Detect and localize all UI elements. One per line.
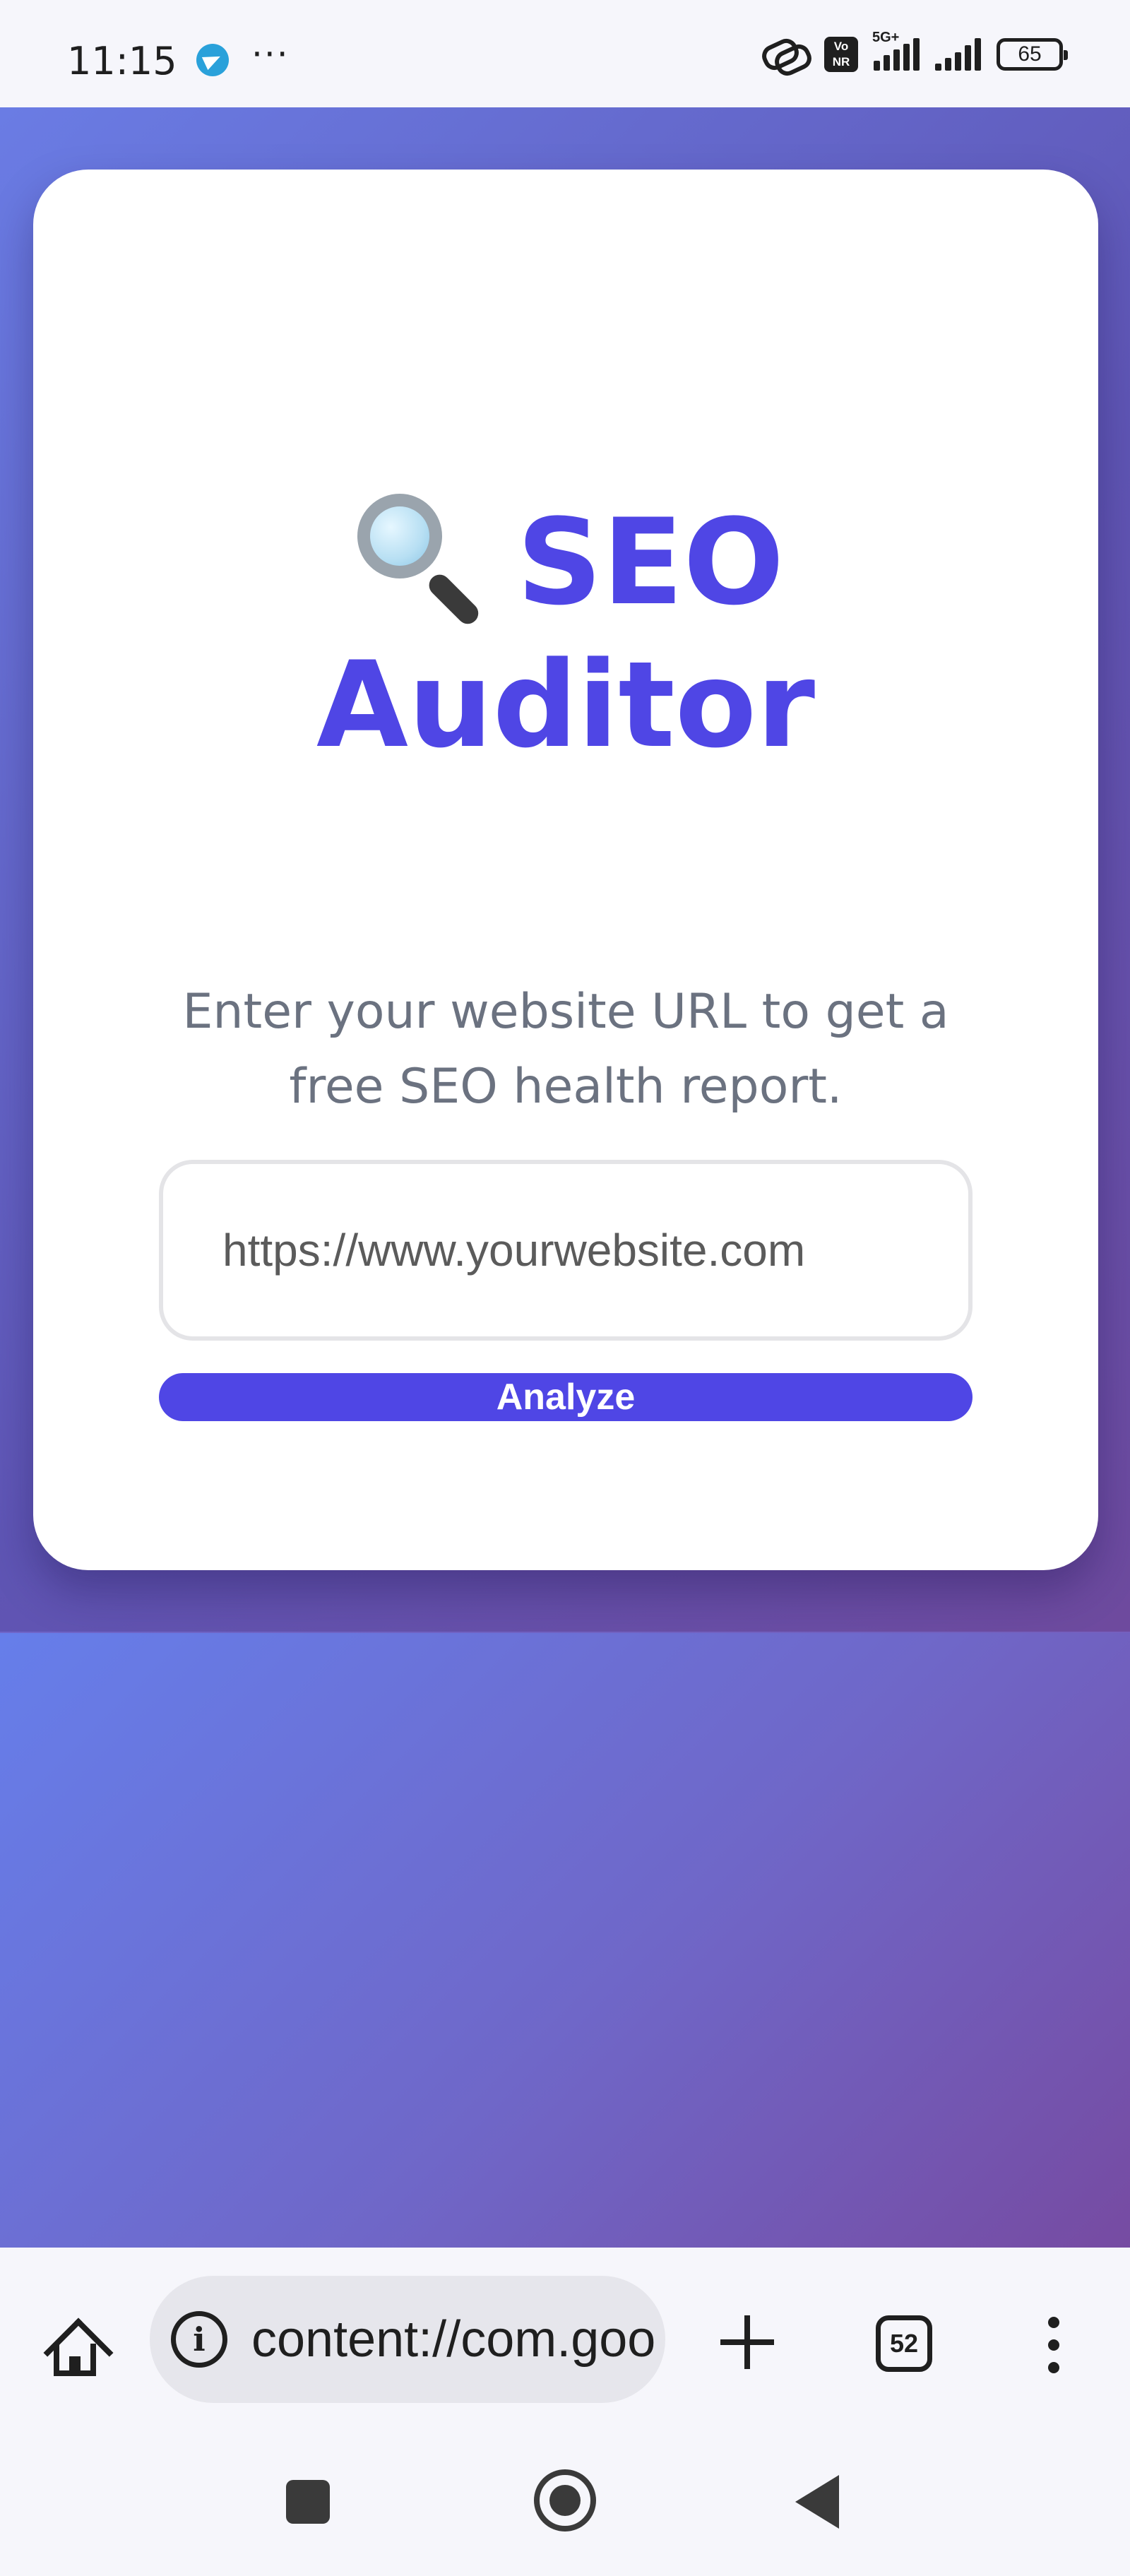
tab-switcher-button[interactable]: 52: [876, 2315, 932, 2372]
info-icon[interactable]: i: [171, 2311, 227, 2368]
telegram-icon: [196, 44, 229, 76]
subtitle-line-1: Enter your website URL to get a: [182, 984, 949, 1040]
new-tab-icon[interactable]: [719, 2314, 775, 2370]
page-title: SEO Auditor: [33, 491, 1098, 776]
address-text: content://com.goo: [251, 2311, 656, 2368]
url-input[interactable]: [159, 1160, 973, 1341]
volte-icon: Vo NR: [824, 37, 858, 72]
status-icons: Vo NR 5G+ 65: [762, 30, 1068, 72]
recent-apps-button[interactable]: [286, 2480, 330, 2524]
page-viewport: SEO Auditor Enter your website URL to ge…: [0, 107, 1130, 1633]
notification-overflow-icon: ···: [251, 34, 290, 75]
auditor-card: SEO Auditor Enter your website URL to ge…: [33, 170, 1098, 1570]
analyze-button[interactable]: Analyze: [159, 1373, 973, 1421]
title-line-2: Auditor: [316, 636, 816, 774]
page-background-lower: [0, 1633, 1130, 2248]
status-time: 11:15: [67, 39, 177, 83]
subtitle-line-2: free SEO health report.: [289, 1059, 843, 1115]
status-bar: 11:15 ··· Vo NR 5G+ 65: [0, 0, 1130, 107]
more-menu-icon[interactable]: [1038, 2310, 1069, 2380]
page-subtitle: Enter your website URL to get a free SEO…: [33, 975, 1098, 1124]
address-bar[interactable]: i content://com.goo: [150, 2276, 665, 2403]
battery-icon: 65: [997, 38, 1068, 71]
back-button[interactable]: [795, 2475, 839, 2529]
signal-5g-icon: 5G+: [872, 30, 920, 71]
title-line-1: SEO: [516, 493, 785, 631]
link-icon: [762, 39, 809, 70]
signal-icon: [935, 38, 981, 71]
system-home-button[interactable]: [534, 2469, 596, 2532]
magnifying-glass-icon: [347, 484, 489, 629]
home-icon[interactable]: [42, 2313, 114, 2388]
